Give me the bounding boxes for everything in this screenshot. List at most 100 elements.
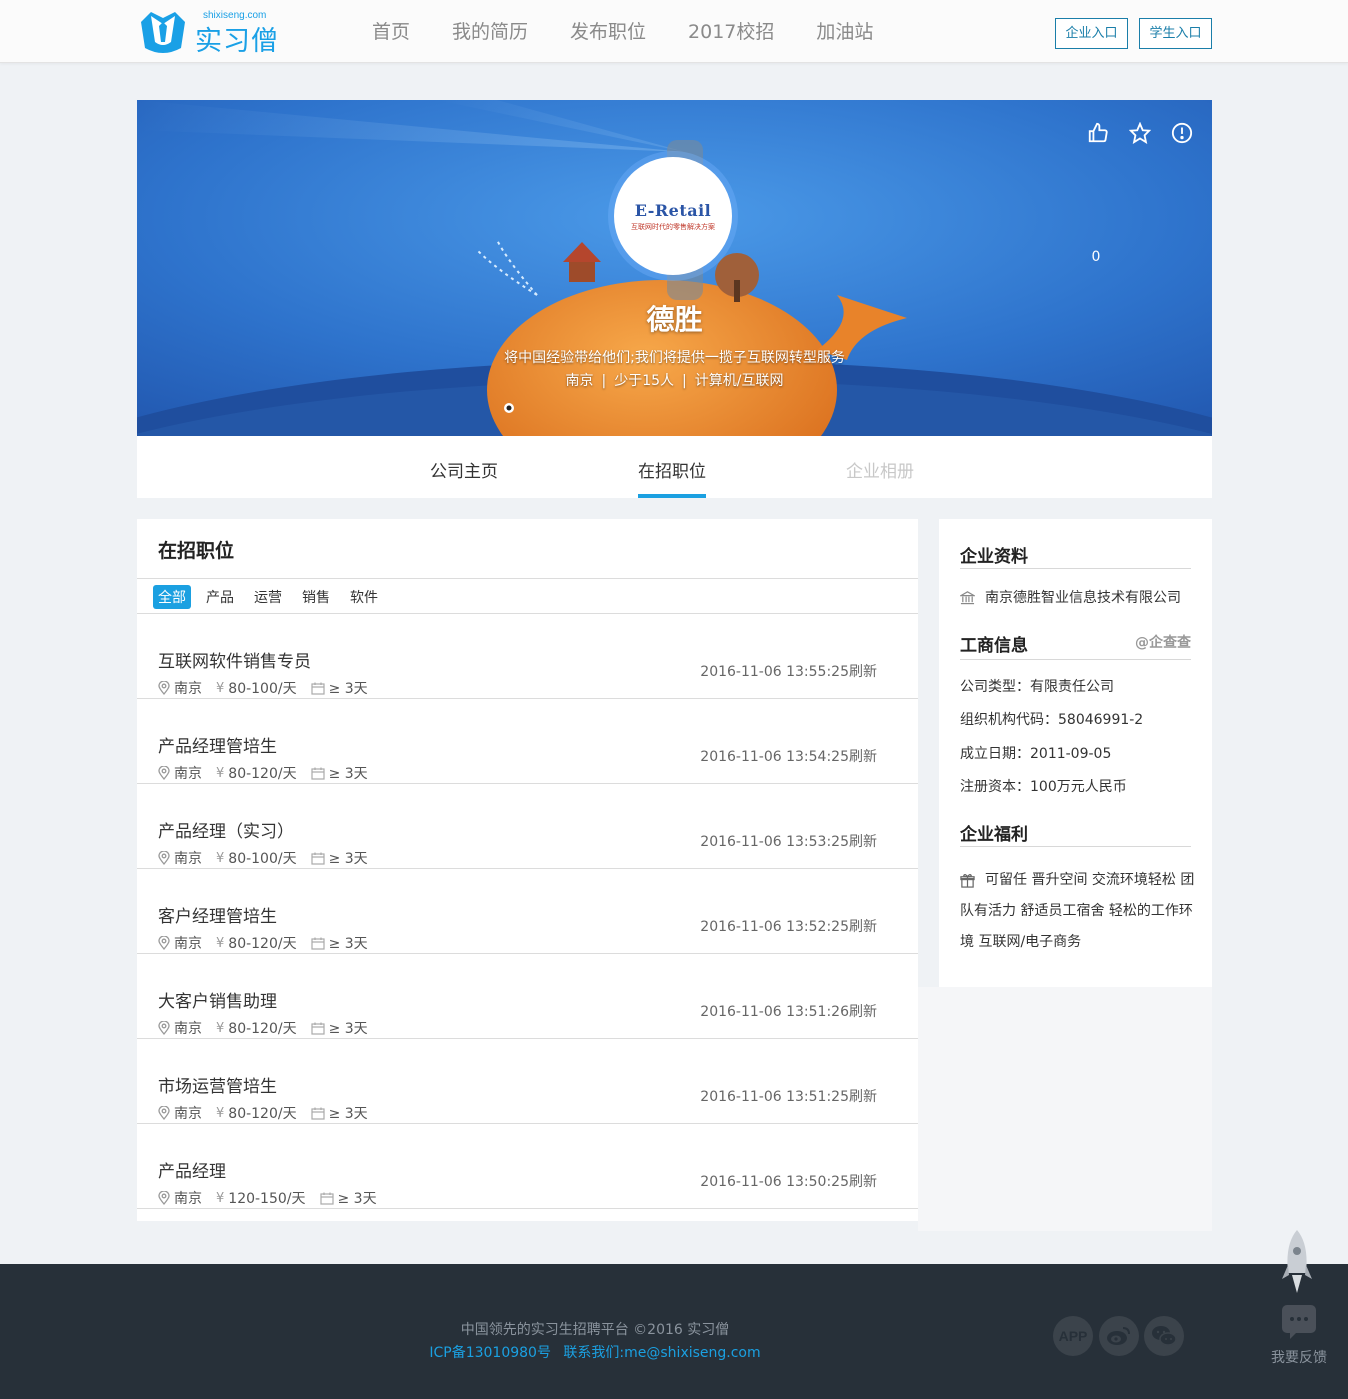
nav-post-job[interactable]: 发布职位 <box>570 19 646 45</box>
company-meta: 南京 | 少于15人 | 计算机/互联网 <box>137 370 1212 390</box>
job-row[interactable]: 客户经理管培生 南京 ¥80-120/天 ≥ 3天 2016-11-06 13:52:2… <box>137 869 918 954</box>
job-title[interactable]: 互联网软件销售专员 <box>158 647 311 672</box>
calendar-icon <box>310 1107 325 1120</box>
job-salary: ¥80-100/天 <box>216 848 297 868</box>
job-city-text: 南京 <box>174 851 202 867</box>
report-button[interactable] <box>1170 120 1194 146</box>
icp-link[interactable]: ICP备13010980号 <box>429 1345 551 1361</box>
filter-all[interactable]: 全部 <box>153 585 191 609</box>
job-city: 南京 <box>158 933 202 953</box>
job-city: 南京 <box>158 848 202 868</box>
job-title[interactable]: 产品经理 <box>158 1157 226 1182</box>
filter-product[interactable]: 产品 <box>201 585 239 609</box>
divider <box>960 846 1191 847</box>
company-size: 少于15人 <box>614 373 675 389</box>
job-meta: 南京 ¥80-120/天 ≥ 3天 <box>158 763 382 783</box>
location-pin-icon <box>158 766 170 780</box>
footer-links: ICP备13010980号 联系我们:me@shixiseng.com <box>0 1342 1190 1362</box>
job-salary: ¥120-150/天 <box>216 1188 306 1208</box>
app-download-button[interactable]: APP <box>1053 1316 1093 1356</box>
welfare-heading: 企业福利 <box>960 825 1028 845</box>
like-count: 0 <box>1091 249 1101 265</box>
app-icon: APP <box>1058 1328 1088 1344</box>
biz-info-heading: 工商信息 <box>960 636 1028 656</box>
job-days-text: ≥ 3天 <box>328 1106 368 1122</box>
job-salary-text: 80-120/天 <box>228 1106 297 1122</box>
weibo-button[interactable] <box>1099 1316 1139 1356</box>
divider <box>960 568 1191 569</box>
company-entry-button[interactable]: 企业入口 <box>1055 18 1128 49</box>
job-meta: 南京 ¥120-150/天 ≥ 3天 <box>158 1188 391 1208</box>
job-row[interactable]: 产品经理管培生 南京 ¥80-120/天 ≥ 3天 2016-11-06 13:54:2… <box>137 699 918 784</box>
feedback-button[interactable]: 我要反馈 <box>1268 1305 1330 1367</box>
job-days: ≥ 3天 <box>310 1103 368 1123</box>
thumbs-up-icon <box>1088 122 1108 143</box>
company-industry: 计算机/互联网 <box>694 373 784 389</box>
sidebar-spacer <box>918 987 1212 1231</box>
wechat-button[interactable] <box>1144 1316 1184 1356</box>
tab-company-album[interactable]: 企业相册 <box>846 457 914 482</box>
site-logo[interactable]: shixiseng.com 实习僧 <box>137 6 287 57</box>
job-city: 南京 <box>158 763 202 783</box>
calendar-icon <box>310 937 325 950</box>
job-city-text: 南京 <box>174 1021 202 1037</box>
job-row[interactable]: 大客户销售助理 南京 ¥80-120/天 ≥ 3天 2016-11-06 13:51:2… <box>137 954 918 1039</box>
gift-icon <box>960 873 975 888</box>
company-slogan: 将中国经验带给他们;我们将提供一揽子互联网转型服务 <box>504 350 845 366</box>
job-row[interactable]: 互联网软件销售专员 南京 ¥80-100/天 ≥ 3天 2016-11-06 13:55… <box>137 614 918 699</box>
jobs-panel: 在招职位 全部 产品 运营 销售 软件 互联网软件销售专员 南京 ¥80-100/天… <box>137 519 918 1221</box>
job-title[interactable]: 市场运营管培生 <box>158 1072 277 1097</box>
job-salary: ¥80-120/天 <box>216 1103 297 1123</box>
job-title[interactable]: 产品经理（实习） <box>158 817 294 842</box>
calendar-icon <box>310 682 325 695</box>
company-city: 南京 <box>565 373 594 389</box>
calendar-icon <box>319 1192 334 1205</box>
nav-station[interactable]: 加油站 <box>816 19 873 45</box>
company-banner: 0 E-Retail 互联网时代的零售解决方案 德胜 将中国经验带给他们;我们将… <box>137 100 1212 436</box>
job-row[interactable]: 产品经理（实习） 南京 ¥80-100/天 ≥ 3天 2016-11-06 13:53:… <box>137 784 918 869</box>
nav-resume[interactable]: 我的简历 <box>452 19 528 45</box>
tab-open-positions[interactable]: 在招职位 <box>638 457 706 498</box>
job-refresh-time: 2016-11-06 13:55:25刷新 <box>700 664 877 680</box>
job-salary-text: 80-120/天 <box>228 1021 297 1037</box>
student-entry-button[interactable]: 学生入口 <box>1139 18 1212 49</box>
qichacha-link[interactable]: @企查查 <box>1135 632 1191 652</box>
back-to-top-rocket-icon[interactable] <box>1282 1229 1312 1295</box>
profile-heading: 企业资料 <box>960 547 1028 567</box>
location-pin-icon <box>158 681 170 695</box>
welfare-list: 可留任 晋升空间 交流环境轻松 团队有活力 舒适员工宿舍 轻松的工作环境 互联网… <box>960 865 1196 958</box>
job-city-text: 南京 <box>174 1106 202 1122</box>
yen-icon: ¥ <box>216 1020 225 1036</box>
yen-icon: ¥ <box>216 765 225 781</box>
job-salary: ¥80-120/天 <box>216 763 297 783</box>
job-days-text: ≥ 3天 <box>328 681 368 697</box>
job-meta: 南京 ¥80-120/天 ≥ 3天 <box>158 1018 382 1038</box>
nav-home[interactable]: 首页 <box>372 19 410 45</box>
contact-link[interactable]: 联系我们:me@shixiseng.com <box>563 1345 760 1361</box>
job-row[interactable]: 产品经理 南京 ¥120-150/天 ≥ 3天 2016-11-06 13:50:25刷… <box>137 1124 918 1209</box>
job-refresh-time: 2016-11-06 13:51:25刷新 <box>700 1089 877 1105</box>
nav-campus[interactable]: 2017校招 <box>688 19 774 45</box>
job-title[interactable]: 大客户销售助理 <box>158 987 277 1012</box>
job-city-text: 南京 <box>174 766 202 782</box>
like-button[interactable] <box>1086 120 1110 146</box>
job-city: 南京 <box>158 1103 202 1123</box>
job-row[interactable]: 市场运营管培生南京 ¥80-120/天 ≥ 3天 2016-11-06 13:51:2… <box>137 1039 918 1124</box>
job-title[interactable]: 产品经理管培生 <box>158 732 277 757</box>
company-info-panel: 企业资料 南京德胜智业信息技术有限公司 工商信息 @企查查 公司类型：有限责任公… <box>939 519 1212 987</box>
meta-separator: | <box>601 373 607 389</box>
filter-operations[interactable]: 运营 <box>249 585 287 609</box>
job-salary-text: 80-120/天 <box>228 936 297 952</box>
main-nav: 首页 我的简历 发布职位 2017校招 加油站 <box>372 19 915 45</box>
welfare-text: 可留任 晋升空间 交流环境轻松 团队有活力 舒适员工宿舍 轻松的工作环境 互联网… <box>960 872 1195 950</box>
favorite-button[interactable] <box>1128 120 1152 146</box>
divider <box>137 578 918 579</box>
filter-sales[interactable]: 销售 <box>297 585 335 609</box>
banner-actions <box>1086 120 1194 146</box>
filter-software[interactable]: 软件 <box>345 585 383 609</box>
job-title[interactable]: 客户经理管培生 <box>158 902 277 927</box>
tab-company-home[interactable]: 公司主页 <box>430 457 498 482</box>
yen-icon: ¥ <box>216 935 225 951</box>
job-refresh-time: 2016-11-06 13:52:25刷新 <box>700 919 877 935</box>
weibo-icon <box>1107 1327 1130 1345</box>
